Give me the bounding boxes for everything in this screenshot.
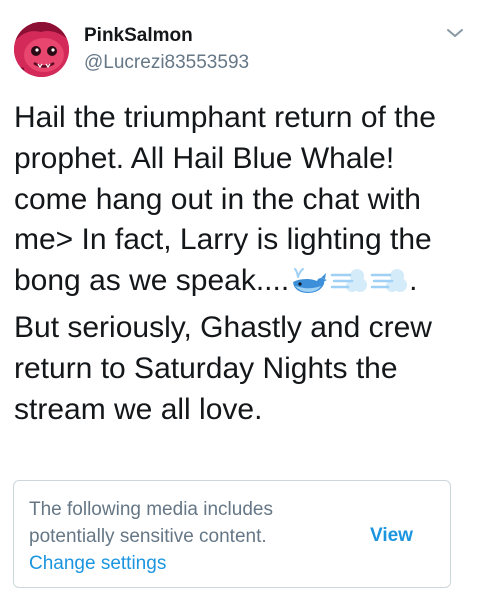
- avatar[interactable]: [14, 22, 69, 77]
- author-handle[interactable]: @Lucrezi83553593: [84, 52, 249, 74]
- sensitive-notice-line-2: potentially sensitive content.: [29, 526, 267, 547]
- tweet-text: Hail the triumphant return of the prophe…: [14, 98, 470, 430]
- sensitive-notice-line-1: The following media includes: [29, 499, 273, 520]
- author-display-name[interactable]: PinkSalmon: [84, 25, 193, 47]
- whale-emoji-icon: [290, 266, 328, 308]
- chevron-down-icon[interactable]: [444, 24, 466, 42]
- dash-emoji-icon: [330, 266, 368, 308]
- view-button[interactable]: View: [370, 525, 413, 547]
- sensitive-media-notice: The following media includes potentially…: [13, 480, 451, 588]
- tweet-header: PinkSalmon @Lucrezi83553593: [0, 0, 480, 90]
- avatar-image: [14, 22, 69, 77]
- change-settings-link[interactable]: Change settings: [29, 553, 166, 575]
- dash-emoji-icon: [370, 266, 408, 308]
